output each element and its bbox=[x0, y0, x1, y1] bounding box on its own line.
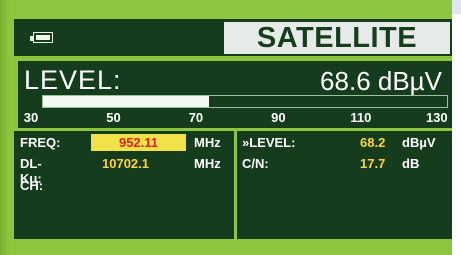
panel-divider bbox=[234, 131, 237, 239]
level-label: LEVEL: bbox=[24, 65, 122, 95]
scale-tick: 110 bbox=[350, 110, 372, 125]
mode-title: SATELLITE bbox=[224, 22, 450, 54]
scale-tick: 30 bbox=[23, 110, 39, 125]
cn-value: 17.7 bbox=[360, 156, 386, 171]
level-panel: LEVEL: 68.6 dBµV 30 50 70 90 110 130 bbox=[18, 61, 452, 128]
rlevel-label: »LEVEL: bbox=[242, 135, 296, 150]
ch-label: CH: bbox=[20, 178, 44, 193]
level-scale: 30 50 70 90 110 130 bbox=[18, 110, 452, 126]
rlevel-unit: dBµV bbox=[402, 135, 436, 150]
level-bar-fill bbox=[43, 96, 209, 107]
dl-unit: MHz bbox=[194, 156, 221, 171]
scale-tick: 90 bbox=[271, 110, 286, 125]
battery-icon bbox=[30, 32, 53, 43]
level-value: 68.6 dBµV bbox=[320, 66, 442, 96]
rlevel-value: 68.2 bbox=[360, 135, 386, 150]
battery-level bbox=[36, 35, 50, 40]
cn-unit: dB bbox=[402, 156, 420, 171]
scale-tick: 130 bbox=[425, 110, 448, 125]
info-panel: FREQ: 952.11 MHz DL-Ku: 10702.1 MHz CH: … bbox=[14, 131, 452, 239]
scale-tick: 50 bbox=[106, 110, 121, 125]
dl-value: 10702.1 bbox=[102, 156, 149, 171]
freq-label: FREQ: bbox=[20, 135, 61, 150]
cn-label: C/N: bbox=[242, 156, 269, 171]
freq-field[interactable]: 952.11 bbox=[91, 134, 186, 151]
header-bar: SATELLITE bbox=[14, 19, 452, 56]
level-bar bbox=[42, 95, 448, 108]
scale-tick: 70 bbox=[188, 110, 204, 125]
freq-unit: MHz bbox=[194, 135, 221, 150]
meter-screen: SATELLITE LEVEL: 68.6 dBµV 30 50 70 90 1… bbox=[0, 0, 452, 255]
